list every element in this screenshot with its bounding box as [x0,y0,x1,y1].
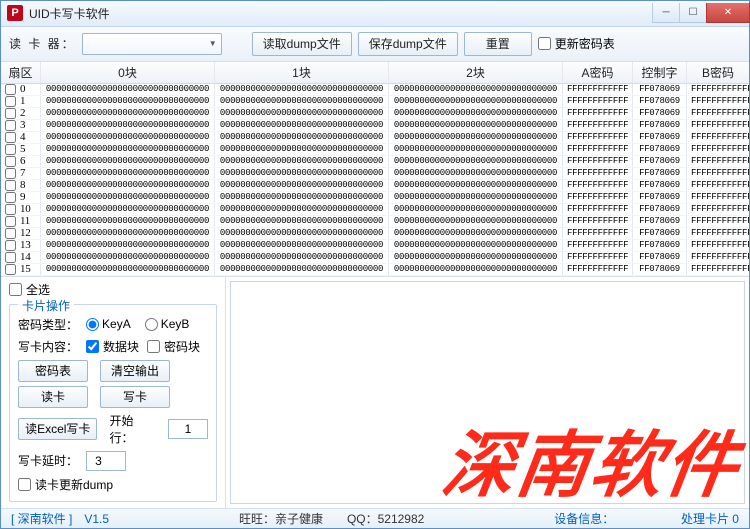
row-checkbox[interactable] [5,84,16,95]
table-row: 7000000000000000000000000000000000000000… [1,168,749,180]
clear-output-button[interactable]: 清空输出 [100,360,170,382]
table-row: 1000000000000000000000000000000000000000… [1,96,749,108]
table-row: 1500000000000000000000000000000000000000… [1,264,749,276]
minimize-button[interactable]: ─ [652,3,680,23]
card-ops-legend: 卡片操作 [18,297,74,314]
row-checkbox[interactable] [5,132,16,143]
key-table-button[interactable]: 密码表 [18,360,88,382]
window-title: UID卡写卡软件 [29,5,110,22]
table-row: 9000000000000000000000000000000000000000… [1,192,749,204]
status-contact: 旺旺：亲子健康 QQ：5212982 [239,510,424,527]
th-block2: 2块 [389,62,563,83]
row-checkbox[interactable] [5,264,16,275]
row-checkbox[interactable] [5,96,16,107]
table-row: 8000000000000000000000000000000000000000… [1,180,749,192]
row-checkbox[interactable] [5,216,16,227]
start-row-input[interactable] [168,419,208,439]
row-checkbox[interactable] [5,120,16,131]
row-checkbox[interactable] [5,168,16,179]
write-card-button[interactable]: 写卡 [100,386,170,408]
maximize-button[interactable]: ☐ [679,3,707,23]
th-sector: 扇区 [1,62,41,83]
row-checkbox[interactable] [5,228,16,239]
keyb-radio[interactable]: KeyB [145,317,190,331]
th-keya: A密码 [563,62,633,83]
table-row: 4000000000000000000000000000000000000000… [1,132,749,144]
read-card-button[interactable]: 读卡 [18,386,88,408]
start-row-label: 开始行： [109,412,156,446]
select-all-checkbox[interactable]: 全选 [9,281,217,298]
table-row: 1200000000000000000000000000000000000000… [1,228,749,240]
write-delay-label: 写卡延时： [18,452,78,469]
status-device: 设备信息： 处理卡片 0 [554,510,739,527]
row-checkbox[interactable] [5,240,16,251]
key-block-checkbox[interactable]: 密码块 [147,338,200,355]
table-row: 1100000000000000000000000000000000000000… [1,216,749,228]
table-row: 3000000000000000000000000000000000000000… [1,120,749,132]
row-checkbox[interactable] [5,204,16,215]
row-checkbox[interactable] [5,192,16,203]
row-checkbox[interactable] [5,144,16,155]
keya-radio[interactable]: KeyA [86,317,131,331]
close-button[interactable]: ✕ [706,3,750,23]
table-row: 1300000000000000000000000000000000000000… [1,240,749,252]
save-dump-button[interactable]: 保存dump文件 [358,32,458,56]
table-row: 5000000000000000000000000000000000000000… [1,144,749,156]
toolbar: 读 卡 器： ▼ 读取dump文件 保存dump文件 重置 更新密码表 [1,27,749,62]
data-table: 扇区 0块 1块 2块 A密码 控制字 B密码 0000000000000000… [1,62,749,276]
write-delay-spinner[interactable] [86,451,126,471]
row-checkbox[interactable] [5,156,16,167]
status-bar: [ 深南软件 ] V1.5 旺旺：亲子健康 QQ：5212982 设备信息： 处… [1,508,749,528]
app-icon: P [7,5,23,21]
update-dump-checkbox[interactable]: 读卡更新dump [18,476,208,493]
table-row: 1400000000000000000000000000000000000000… [1,252,749,264]
row-checkbox[interactable] [5,108,16,119]
chevron-down-icon: ▼ [209,39,217,48]
left-panel: 全选 卡片操作 密码类型： KeyA KeyB 写卡内容： 数据块 密码块 [1,277,226,508]
reader-label: 读 卡 器： [9,35,76,52]
status-version: [ 深南软件 ] V1.5 [11,510,109,527]
table-row: 0000000000000000000000000000000000000000… [1,84,749,96]
row-checkbox[interactable] [5,180,16,191]
th-block0: 0块 [41,62,215,83]
table-row: 1000000000000000000000000000000000000000… [1,204,749,216]
reader-combo[interactable]: ▼ [82,33,222,55]
data-block-checkbox[interactable]: 数据块 [86,338,139,355]
table-row: 6000000000000000000000000000000000000000… [1,156,749,168]
row-checkbox[interactable] [5,252,16,263]
th-keyb: B密码 [687,62,749,83]
reset-button[interactable]: 重置 [464,32,532,56]
table-row: 2000000000000000000000000000000000000000… [1,108,749,120]
update-keys-checkbox[interactable]: 更新密码表 [538,35,615,52]
card-ops-group: 卡片操作 密码类型： KeyA KeyB 写卡内容： 数据块 密码块 密码表 清… [9,304,217,502]
th-ctrl: 控制字 [633,62,687,83]
read-excel-button[interactable]: 读Excel写卡 [18,418,97,440]
title-bar: P UID卡写卡软件 ─ ☐ ✕ [1,1,749,27]
read-dump-button[interactable]: 读取dump文件 [252,32,352,56]
write-content-label: 写卡内容： [18,338,78,355]
th-block1: 1块 [215,62,389,83]
key-type-label: 密码类型： [18,316,78,333]
output-area: 深南软件 [230,281,745,504]
watermark: 深南软件 [437,406,748,511]
